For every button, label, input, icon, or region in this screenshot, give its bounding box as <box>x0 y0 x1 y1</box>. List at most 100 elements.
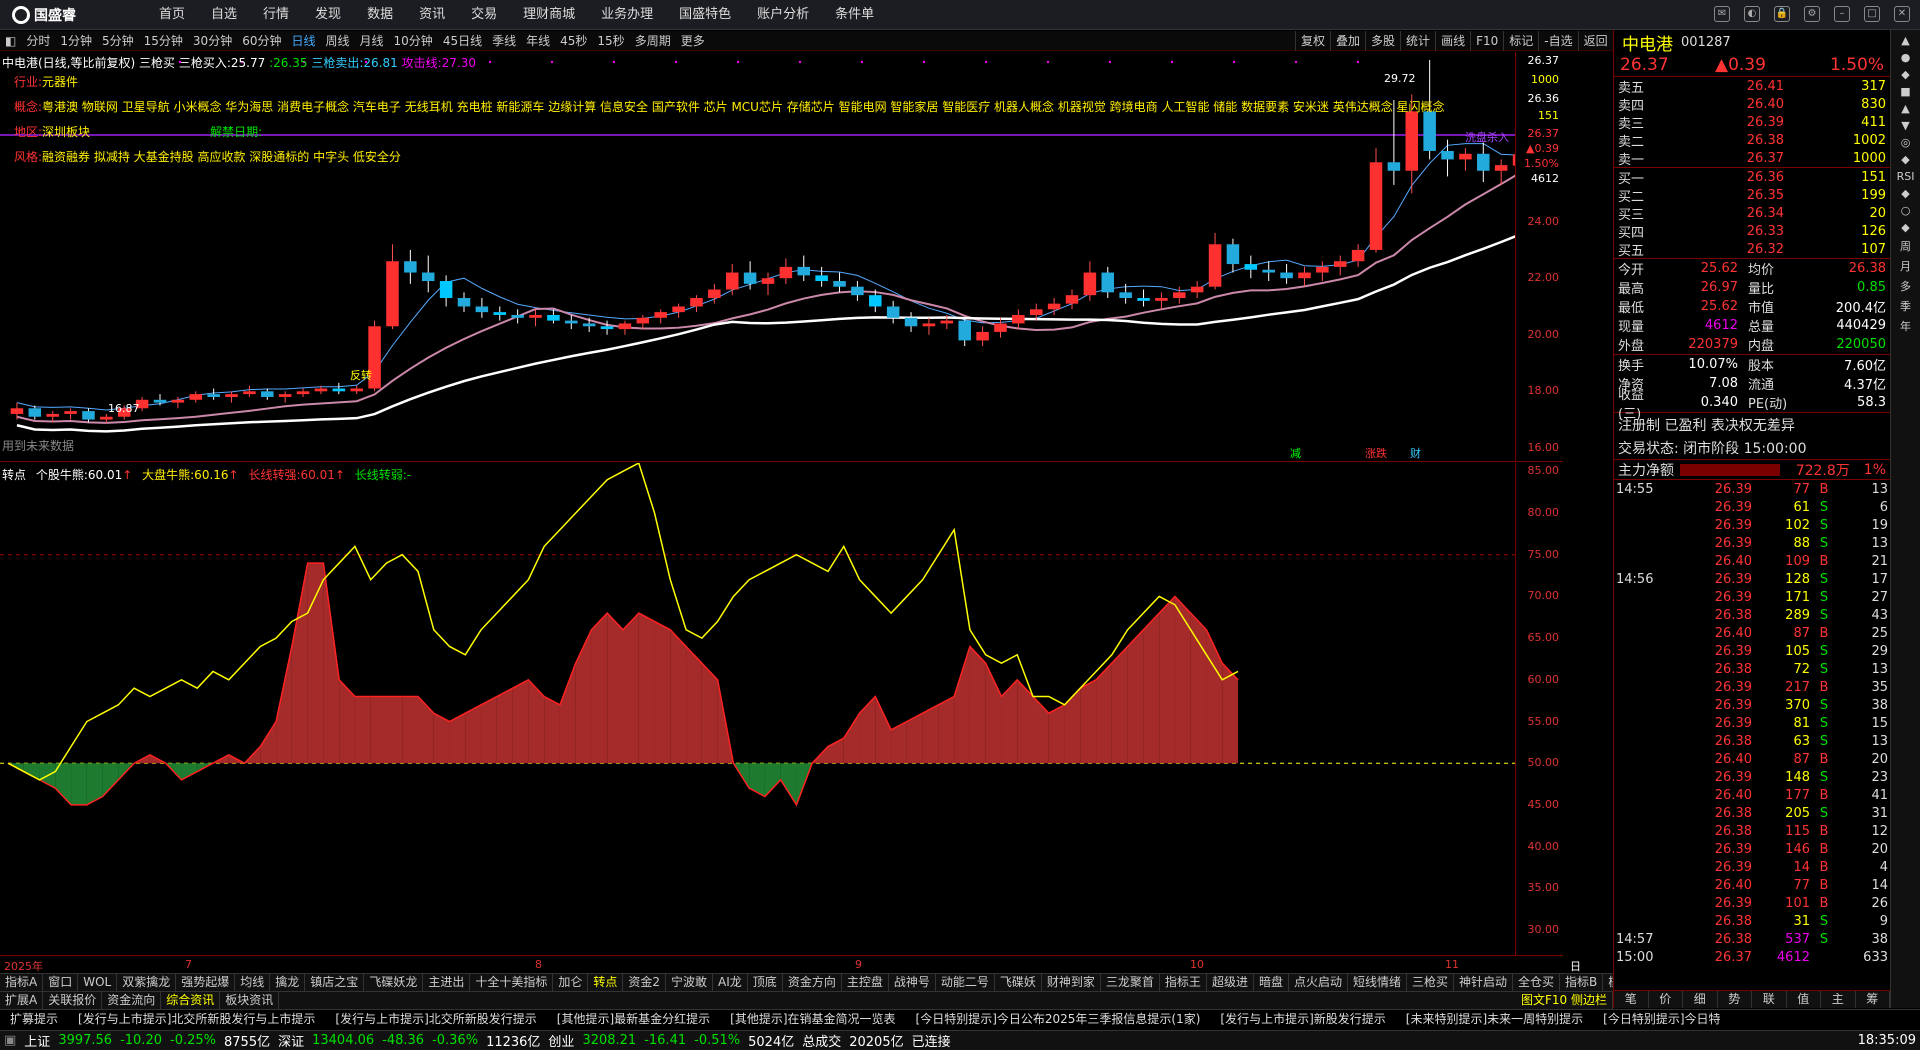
sidebar-button[interactable]: ◆ <box>1891 153 1920 166</box>
indicator-tab[interactable]: AI龙 <box>713 974 748 991</box>
candle-panel[interactable]: 26.37 1000 26.36 151 26.37 ▲0.39 1.50% 4612 24.0… <box>0 52 1563 462</box>
news-item[interactable]: 扩募提示 <box>0 1010 68 1029</box>
period-周线[interactable]: 周线 <box>321 32 355 49</box>
minimize-icon[interactable]: – <box>1834 6 1850 22</box>
period-季线[interactable]: 季线 <box>487 32 521 49</box>
period-1分钟[interactable]: 1分钟 <box>55 32 97 49</box>
topnav-item[interactable]: 业务办理 <box>588 0 666 30</box>
indicator-tab[interactable]: 战神号 <box>889 974 936 991</box>
sidebar-button[interactable]: ◆ <box>1891 221 1920 234</box>
quote-tab[interactable]: 势 <box>1718 991 1752 1008</box>
sidebar-button[interactable]: ◆ <box>1891 187 1920 200</box>
topnav-item[interactable]: 发现 <box>302 0 354 30</box>
indicator-tab[interactable]: 均线 <box>235 974 271 991</box>
toggle-icon[interactable]: ◧ <box>0 34 21 48</box>
oscillator-panel[interactable]: 85.00 80.00 75.00 70.00 65.00 60.00 55.00 50.00… <box>0 463 1563 955</box>
topnav-item[interactable]: 条件单 <box>822 0 887 30</box>
period-60分钟[interactable]: 60分钟 <box>237 32 286 49</box>
indicator-tab[interactable]: 加仑 <box>553 974 589 991</box>
quote-tab[interactable]: 筹 <box>1856 991 1890 1008</box>
settings-icon[interactable]: ⚙ <box>1804 6 1820 22</box>
indicator-tab[interactable]: 指标B <box>1560 974 1604 991</box>
chart-btn[interactable]: 统计 <box>1400 31 1435 51</box>
chart-btn[interactable]: F10 <box>1470 31 1503 51</box>
topnav-item[interactable]: 数据 <box>354 0 406 30</box>
indicator-tab[interactable]: 指标A <box>0 974 44 991</box>
sz-label[interactable]: 深证 <box>274 1031 308 1050</box>
indicator-tab[interactable]: 暗盘 <box>1254 974 1289 991</box>
indicator-tab[interactable]: 宁波敢 <box>666 974 714 991</box>
sidebar-button[interactable]: ● <box>1891 51 1920 64</box>
news-item[interactable]: [发行与上市提示]北交所新股发行提示 <box>325 1010 546 1029</box>
sidebar-button[interactable]: 多 <box>1891 278 1920 294</box>
indicator-tab[interactable]: 飞碟妖 <box>995 974 1042 991</box>
period-日线[interactable]: 日线 <box>286 32 320 49</box>
quote-tab[interactable]: 值 <box>1787 991 1821 1008</box>
period-分时[interactable]: 分时 <box>21 32 55 49</box>
sidebar-toggle[interactable]: 图文F10 侧边栏 <box>1516 992 1613 1009</box>
indicator-tab[interactable]: 擒龙 <box>270 974 306 991</box>
period-年线[interactable]: 年线 <box>521 32 555 49</box>
close-icon[interactable]: ✕ <box>1894 6 1910 22</box>
quote-tab[interactable]: 联 <box>1752 991 1787 1008</box>
quote-tab[interactable]: 笔 <box>1614 991 1649 1008</box>
period-15分钟[interactable]: 15分钟 <box>139 32 188 49</box>
sidebar-button[interactable]: ◎ <box>1891 136 1920 149</box>
indicator-tab[interactable]: WOL <box>78 974 118 991</box>
topnav-item[interactable]: 行情 <box>250 0 302 30</box>
news-item[interactable]: [发行与上市提示]北交所新股发行与上市提示 <box>68 1010 325 1029</box>
indicator-tab[interactable]: 窗口 <box>43 974 79 991</box>
news-item[interactable]: [其他提示]在销基金简况一览表 <box>720 1010 905 1029</box>
period-多周期[interactable]: 多周期 <box>630 32 676 49</box>
indicator-tab[interactable]: 神针启动 <box>1454 974 1514 991</box>
indicator-tab[interactable]: 强势起爆 <box>176 974 236 991</box>
period-5分钟[interactable]: 5分钟 <box>97 32 139 49</box>
chart-btn[interactable]: 标记 <box>1503 31 1538 51</box>
indicator-tab[interactable]: 资金方向 <box>783 974 842 991</box>
chart-btn[interactable]: 多股 <box>1365 31 1400 51</box>
sidebar-button[interactable]: ■ <box>1891 85 1920 98</box>
info-tab[interactable]: 综合资讯 <box>161 992 221 1009</box>
skin-icon[interactable]: ◐ <box>1744 6 1760 22</box>
chart-btn[interactable]: 返回 <box>1577 31 1613 51</box>
sidebar-button[interactable]: ○ <box>1891 204 1920 217</box>
indicator-tab[interactable]: 主进出 <box>423 974 471 991</box>
indicator-tab[interactable]: 转点 <box>588 974 624 991</box>
indicator-tab[interactable]: 三龙聚首 <box>1101 974 1160 991</box>
info-tab[interactable]: 扩展A <box>0 992 44 1009</box>
info-tab[interactable]: 板块资讯 <box>220 992 280 1009</box>
sidebar-button[interactable]: ▼ <box>1891 119 1920 132</box>
topnav-item[interactable]: 国盛特色 <box>666 0 744 30</box>
cy-label[interactable]: 创业 <box>544 1031 578 1050</box>
period-月线[interactable]: 月线 <box>355 32 389 49</box>
info-tab[interactable]: 关联报价 <box>43 992 103 1009</box>
indicator-tab[interactable]: 全仓买 <box>1513 974 1561 991</box>
chart-btn[interactable]: 复权 <box>1295 31 1330 51</box>
news-item[interactable]: [发行与上市提示]新股发行提示 <box>1210 1010 1395 1029</box>
sh-label[interactable]: 上证 <box>20 1031 54 1050</box>
indicator-tab[interactable]: 动能二号 <box>936 974 995 991</box>
indicator-tab[interactable]: 十全十美指标 <box>470 974 554 991</box>
news-item[interactable]: [今日特别提示]今日特 <box>1593 1010 1730 1029</box>
sidebar-button[interactable]: ◆ <box>1891 68 1920 81</box>
topnav-item[interactable]: 交易 <box>458 0 510 30</box>
news-item[interactable]: [其他提示]最新基金分红提示 <box>547 1010 720 1029</box>
sidebar-button[interactable]: 月 <box>1891 258 1920 274</box>
indicator-tab[interactable]: 短线情绪 <box>1348 974 1407 991</box>
period-10分钟[interactable]: 10分钟 <box>389 32 438 49</box>
chart-btn[interactable]: 画线 <box>1435 31 1470 51</box>
indicator-tab[interactable]: 三枪买 <box>1407 974 1455 991</box>
sidebar-button[interactable]: ▲ <box>1891 34 1920 47</box>
indicator-tab[interactable]: 资金2 <box>623 974 667 991</box>
indicator-tab[interactable]: 双紫擒龙 <box>117 974 177 991</box>
topnav-item[interactable]: 自选 <box>198 0 250 30</box>
message-icon[interactable]: ✉ <box>1714 6 1730 22</box>
info-tab[interactable]: 资金流向 <box>102 992 162 1009</box>
quote-tab[interactable]: 价 <box>1649 991 1683 1008</box>
period-45日线[interactable]: 45日线 <box>438 32 487 49</box>
period-45秒[interactable]: 45秒 <box>555 32 592 49</box>
period-更多[interactable]: 更多 <box>676 32 710 49</box>
topnav-item[interactable]: 账户分析 <box>744 0 822 30</box>
maximize-icon[interactable]: □ <box>1864 6 1880 22</box>
indicator-tab[interactable]: 点火启动 <box>1289 974 1348 991</box>
